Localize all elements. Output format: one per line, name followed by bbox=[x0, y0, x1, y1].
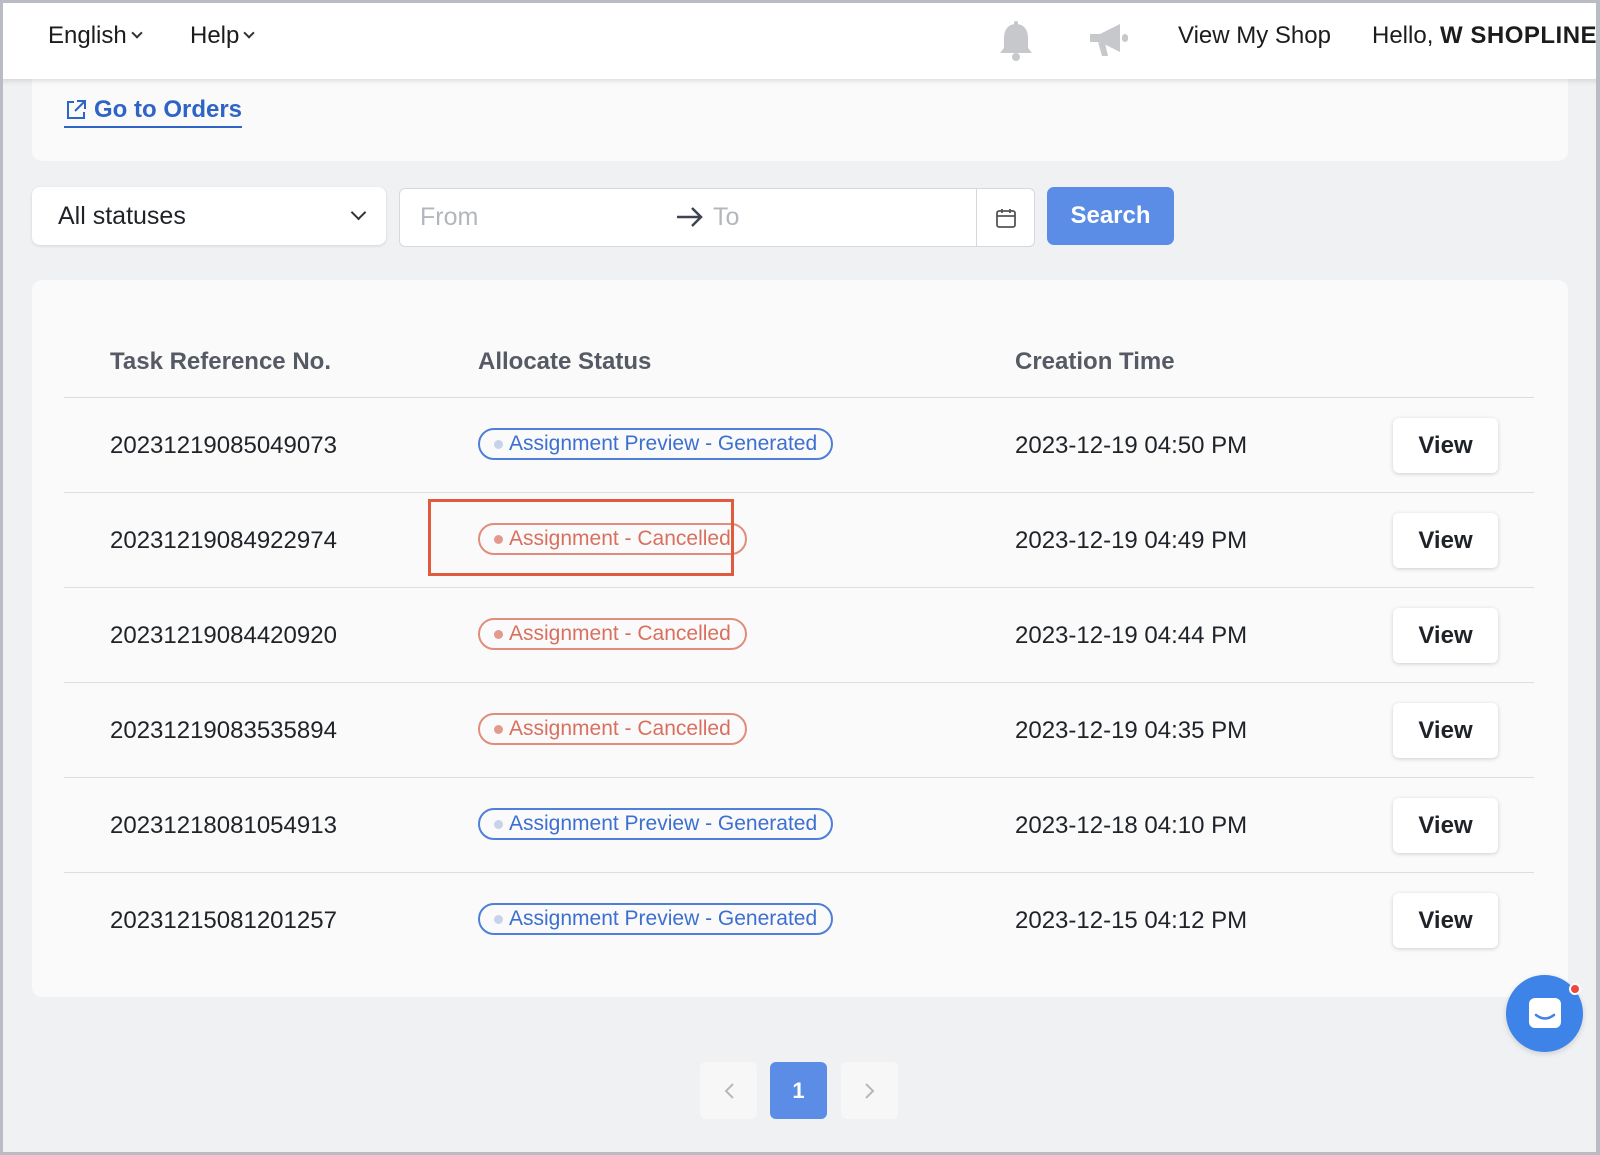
go-to-orders-link[interactable]: Go to Orders bbox=[64, 96, 243, 128]
go-to-orders-label: Go to Orders bbox=[94, 96, 243, 123]
next-page-button[interactable] bbox=[841, 1062, 898, 1119]
creation-time: 2023-12-19 04:50 PM bbox=[1015, 432, 1248, 459]
task-reference: 20231219084420920 bbox=[110, 622, 337, 649]
shop-name: W SHOPLINE bbox=[1440, 22, 1598, 49]
table-header: Task Reference No. Allocate Status Creat… bbox=[64, 328, 1534, 398]
status-badge: Assignment - Cancelled bbox=[478, 713, 747, 745]
greeting-text: Hello, bbox=[1372, 22, 1434, 49]
external-link-icon bbox=[67, 100, 86, 119]
date-range-picker[interactable]: From To bbox=[399, 188, 1035, 247]
chevron-left-icon bbox=[724, 1082, 734, 1099]
calendar-icon[interactable] bbox=[976, 189, 1034, 246]
to-date-input[interactable]: To bbox=[713, 203, 739, 232]
creation-time: 2023-12-18 04:10 PM bbox=[1015, 812, 1248, 839]
search-button[interactable]: Search bbox=[1047, 187, 1174, 245]
header-task-reference: Task Reference No. bbox=[110, 348, 331, 375]
top-bar: English Help View My Shop Hello, W SHOPL… bbox=[0, 0, 1600, 79]
header-allocate-status: Allocate Status bbox=[478, 348, 652, 375]
from-date-input[interactable]: From bbox=[420, 203, 478, 232]
help-dropdown[interactable]: Help bbox=[190, 22, 256, 50]
chevron-down-icon bbox=[131, 27, 143, 39]
arrow-right-icon bbox=[677, 207, 703, 227]
notification-dot bbox=[1569, 983, 1581, 995]
chat-launcher-button[interactable] bbox=[1506, 975, 1583, 1052]
creation-time: 2023-12-19 04:49 PM bbox=[1015, 527, 1248, 554]
language-dropdown[interactable]: English bbox=[48, 22, 143, 50]
creation-time: 2023-12-15 04:12 PM bbox=[1015, 907, 1248, 934]
status-badge: Assignment Preview - Generated bbox=[478, 903, 834, 935]
task-reference: 20231219084922974 bbox=[110, 527, 337, 554]
status-badge: Assignment - Cancelled bbox=[478, 523, 747, 555]
task-reference: 20231215081201257 bbox=[110, 907, 337, 934]
creation-time: 2023-12-19 04:35 PM bbox=[1015, 717, 1248, 744]
view-button[interactable]: View bbox=[1393, 893, 1498, 948]
view-my-shop-link[interactable]: View My Shop bbox=[1178, 22, 1331, 50]
status-badge: Assignment - Cancelled bbox=[478, 618, 747, 650]
table-row: 20231218081054913 Assignment Preview - G… bbox=[64, 778, 1534, 873]
chevron-right-icon bbox=[864, 1082, 874, 1099]
language-label: English bbox=[48, 22, 127, 49]
status-badge: Assignment Preview - Generated bbox=[478, 808, 834, 840]
previous-page-button[interactable] bbox=[700, 1062, 757, 1119]
table-row: 20231219083535894 Assignment - Cancelled… bbox=[64, 683, 1534, 778]
table-row: 20231219085049073 Assignment Preview - G… bbox=[64, 398, 1534, 493]
page-1-button[interactable]: 1 bbox=[770, 1062, 827, 1119]
task-reference: 20231219083535894 bbox=[110, 717, 337, 744]
task-reference: 20231218081054913 bbox=[110, 812, 337, 839]
view-button[interactable]: View bbox=[1393, 798, 1498, 853]
bell-icon[interactable] bbox=[996, 20, 1036, 64]
help-label: Help bbox=[190, 22, 240, 49]
view-button[interactable]: View bbox=[1393, 418, 1498, 473]
creation-time: 2023-12-19 04:44 PM bbox=[1015, 622, 1248, 649]
view-button[interactable]: View bbox=[1393, 703, 1498, 758]
chat-icon bbox=[1528, 997, 1561, 1028]
header-creation-time: Creation Time bbox=[1015, 348, 1175, 375]
chevron-down-icon bbox=[243, 27, 256, 39]
task-reference: 20231219085049073 bbox=[110, 432, 337, 459]
megaphone-icon[interactable] bbox=[1086, 20, 1132, 60]
table-row: 20231219084420920 Assignment - Cancelled… bbox=[64, 588, 1534, 683]
status-filter-value: All statuses bbox=[58, 201, 186, 230]
view-my-shop-label: View My Shop bbox=[1178, 22, 1331, 49]
table-row: 20231219084922974 Assignment - Cancelled… bbox=[64, 493, 1534, 588]
status-badge: Assignment Preview - Generated bbox=[478, 428, 834, 460]
task-table: Task Reference No. Allocate Status Creat… bbox=[32, 280, 1568, 997]
user-menu[interactable]: Hello, W SHOPLINE bbox=[1372, 22, 1600, 50]
view-button[interactable]: View bbox=[1393, 608, 1498, 663]
status-filter-select[interactable]: All statuses bbox=[32, 187, 386, 245]
chevron-down-icon bbox=[350, 204, 367, 221]
table-row: 20231215081201257 Assignment Preview - G… bbox=[64, 873, 1534, 968]
view-button[interactable]: View bbox=[1393, 513, 1498, 568]
